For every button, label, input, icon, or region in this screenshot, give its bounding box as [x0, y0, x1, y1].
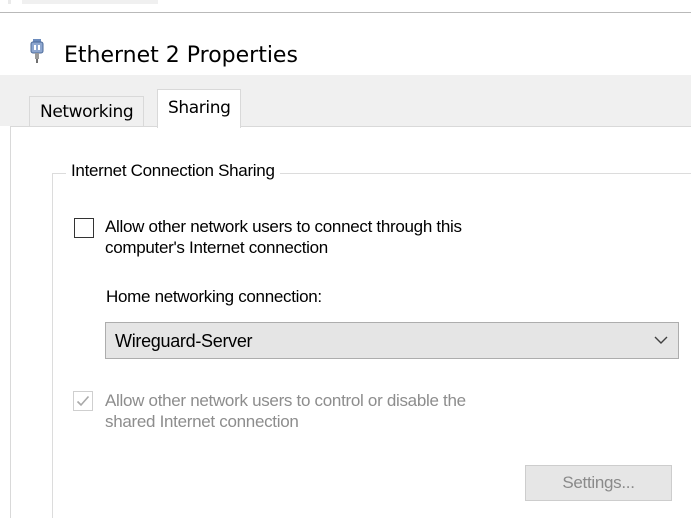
tab-sharing[interactable]: Sharing — [157, 89, 242, 128]
allow-connect-checkbox[interactable] — [74, 218, 94, 238]
properties-window: Ethernet 2 Properties Networking Sharing… — [0, 0, 691, 518]
allow-control-checkbox[interactable] — [73, 391, 93, 411]
settings-button[interactable]: Settings... — [525, 465, 672, 501]
home-connection-dropdown[interactable]: Wireguard-Server — [105, 322, 679, 359]
window-title: Ethernet 2 Properties — [64, 43, 298, 68]
checkmark-icon — [76, 395, 90, 407]
allow-connect-label[interactable]: Allow other network users to connect thr… — [105, 216, 625, 258]
network-adapter-icon — [30, 39, 44, 63]
chevron-down-icon — [654, 336, 668, 344]
tab-networking[interactable]: Networking — [29, 96, 145, 126]
title-bar: Ethernet 2 Properties — [0, 13, 691, 75]
home-connection-label: Home networking connection: — [106, 287, 322, 306]
allow-control-label[interactable]: Allow other network users to control or … — [105, 390, 625, 432]
home-connection-value: Wireguard-Server — [115, 331, 253, 351]
background-window-edge — [0, 0, 691, 13]
ics-group-title: Internet Connection Sharing — [66, 161, 280, 181]
